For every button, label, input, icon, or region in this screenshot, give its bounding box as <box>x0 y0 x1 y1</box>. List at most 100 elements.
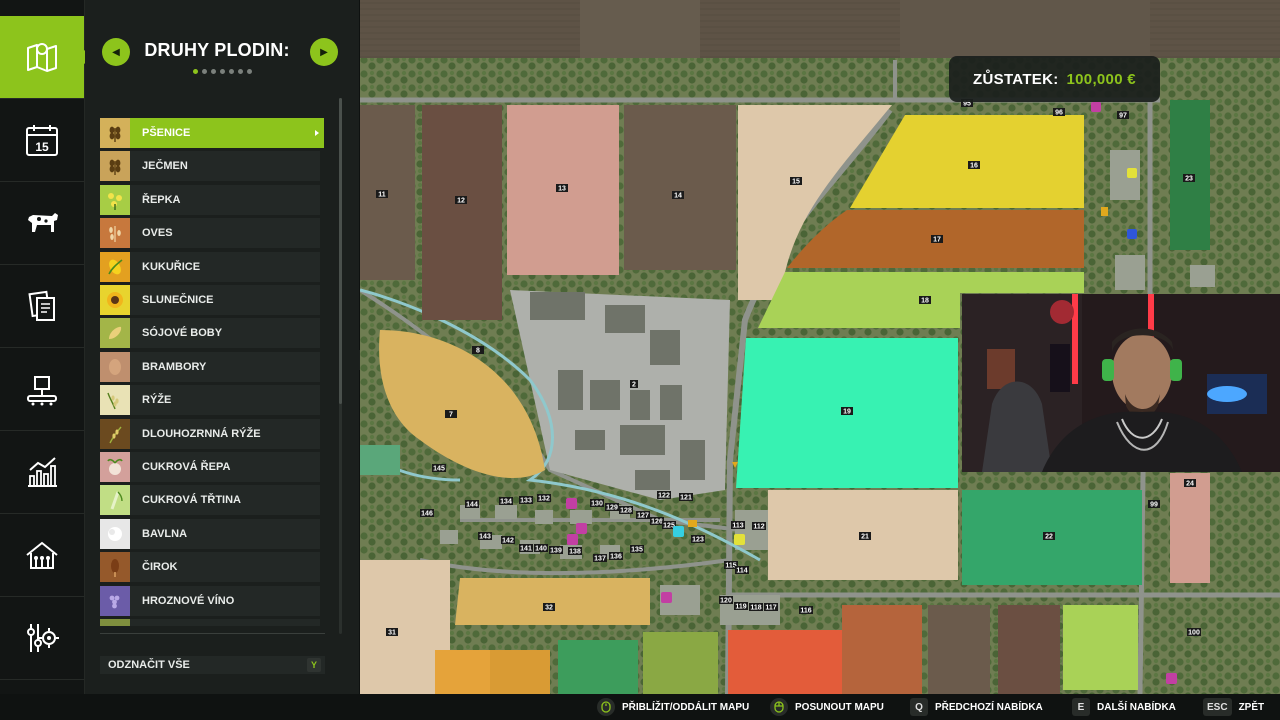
hint-next-label: DALŠÍ NABÍDKA <box>1097 701 1176 713</box>
crop-item[interactable]: ŘEPKA <box>100 184 320 215</box>
crop-icon <box>100 585 130 616</box>
svg-text:99: 99 <box>1150 502 1158 509</box>
hint-previous-label: PŘEDCHOZÍ NABÍDKA <box>935 701 1043 713</box>
page-dot[interactable] <box>219 69 225 74</box>
crop-list-scroll-thumb[interactable] <box>339 98 342 404</box>
svg-text:19: 19 <box>843 409 851 416</box>
svg-text:113: 113 <box>732 523 743 530</box>
svg-text:31: 31 <box>388 630 396 637</box>
rail-map-button[interactable] <box>0 16 93 99</box>
svg-text:13: 13 <box>558 186 566 193</box>
statistics-icon <box>28 457 57 487</box>
crop-label: SLUNEČNICE <box>142 294 214 306</box>
rail-statistics-button[interactable] <box>0 431 84 514</box>
crop-item[interactable]: BRAMBORY <box>100 351 320 382</box>
crop-label: KUKUŘICE <box>142 260 201 273</box>
crop-icon <box>100 518 130 549</box>
crop-item[interactable]: CUKROVÁ TŘTINA <box>100 485 320 516</box>
crop-item[interactable]: RÝŽE <box>100 385 320 416</box>
svg-text:97: 97 <box>1119 113 1127 120</box>
crop-item[interactable]: BAVLNA <box>100 518 320 549</box>
settings-icon <box>27 624 59 652</box>
svg-text:132: 132 <box>538 496 550 503</box>
crop-icon <box>100 351 130 382</box>
crop-label: CUKROVÁ TŘTINA <box>142 494 241 507</box>
page-dot[interactable] <box>210 69 216 74</box>
svg-text:18: 18 <box>921 298 929 305</box>
svg-text:16: 16 <box>970 163 978 170</box>
hint-previous-menu[interactable]: Q PŘEDCHOZÍ NABÍDKA <box>910 694 1043 720</box>
rail-animals-button[interactable] <box>0 182 84 265</box>
crop-item[interactable]: SLUNEČNICE <box>100 285 320 315</box>
hint-back[interactable]: ESC ZPĚT <box>1203 694 1264 720</box>
crop-icon <box>100 118 130 148</box>
rail-buildings-button[interactable] <box>0 514 84 597</box>
svg-text:116: 116 <box>800 608 811 615</box>
svg-text:32: 32 <box>545 605 553 612</box>
deselect-all-button[interactable]: ODZNAČIT VŠE Y <box>100 656 325 674</box>
svg-text:135: 135 <box>631 547 643 554</box>
panel-title: DRUHY PLODIN: <box>144 40 290 60</box>
crop-item[interactable]: HROZNOVÉ VÍNO <box>100 585 320 616</box>
svg-text:146: 146 <box>421 511 433 518</box>
crop-label: PŠENICE <box>142 127 191 139</box>
key-q: Q <box>910 698 928 716</box>
crop-icon <box>100 485 130 516</box>
svg-text:142: 142 <box>502 538 514 545</box>
mouse-icon <box>770 698 788 716</box>
crop-item[interactable]: ČIROK <box>100 552 320 583</box>
svg-text:118: 118 <box>750 605 761 612</box>
rail-calendar-button[interactable]: 15 <box>0 99 84 182</box>
svg-text:14: 14 <box>674 193 682 200</box>
hint-zoom-map[interactable]: PŘIBLÍŽIT/ODDÁLIT MAPU <box>597 694 749 720</box>
svg-text:96: 96 <box>1055 110 1063 117</box>
contracts-icon <box>28 290 55 321</box>
svg-text:140: 140 <box>535 546 547 553</box>
page-dot[interactable] <box>237 69 243 74</box>
hint-zoom-label: PŘIBLÍŽIT/ODDÁLIT MAPU <box>622 701 750 713</box>
svg-text:137: 137 <box>594 556 606 563</box>
svg-text:136: 136 <box>610 554 622 561</box>
svg-text:121: 121 <box>680 495 692 502</box>
svg-text:123: 123 <box>692 537 704 544</box>
crop-label: ŘEPKA <box>142 193 181 206</box>
svg-text:17: 17 <box>933 237 941 244</box>
crop-item[interactable]: JEČMEN <box>100 151 320 182</box>
rail-production-button[interactable] <box>0 348 84 431</box>
crop-icon <box>100 218 130 249</box>
production-icon <box>27 376 57 406</box>
calendar-day: 15 <box>35 140 49 154</box>
crop-icon <box>100 452 130 482</box>
next-page-button[interactable]: ▶ <box>310 38 338 66</box>
crop-item[interactable]: PŠENICE <box>100 118 324 148</box>
svg-text:22: 22 <box>1045 534 1053 541</box>
crop-item[interactable]: OVES <box>100 218 320 249</box>
rail-contracts-button[interactable] <box>0 265 84 348</box>
buildings-icon <box>26 541 58 569</box>
previous-page-button[interactable]: ◀ <box>102 38 130 66</box>
page-indicator <box>85 69 359 74</box>
page-dot[interactable] <box>246 69 252 74</box>
crop-label: JEČMEN <box>142 160 188 173</box>
map-icon <box>27 43 57 72</box>
svg-text:141: 141 <box>520 546 532 553</box>
crop-label: ČIROK <box>142 561 178 574</box>
page-dot[interactable] <box>192 69 198 74</box>
crop-item[interactable]: KUKUŘICE <box>100 251 320 282</box>
crop-icon <box>100 318 130 349</box>
svg-text:11: 11 <box>378 192 386 199</box>
svg-text:145: 145 <box>433 466 445 473</box>
svg-text:100: 100 <box>1188 630 1200 637</box>
crop-item[interactable]: CUKROVÁ ŘEPA <box>100 452 320 482</box>
crop-icon <box>100 285 130 315</box>
page-dot[interactable] <box>228 69 234 74</box>
crop-item[interactable]: SÓJOVÉ BOBY <box>100 318 320 349</box>
svg-text:2: 2 <box>632 382 636 389</box>
crop-item[interactable]: DLOUHOZRNNÁ RÝŽE <box>100 418 320 449</box>
page-dot[interactable] <box>201 69 207 74</box>
rail-settings-button[interactable] <box>0 597 84 680</box>
crop-label: RÝŽE <box>142 394 172 407</box>
hint-move-map[interactable]: POSUNOUT MAPU <box>770 694 884 720</box>
hint-next-menu[interactable]: E DALŠÍ NABÍDKA <box>1072 694 1176 720</box>
svg-text:24: 24 <box>1186 481 1194 488</box>
